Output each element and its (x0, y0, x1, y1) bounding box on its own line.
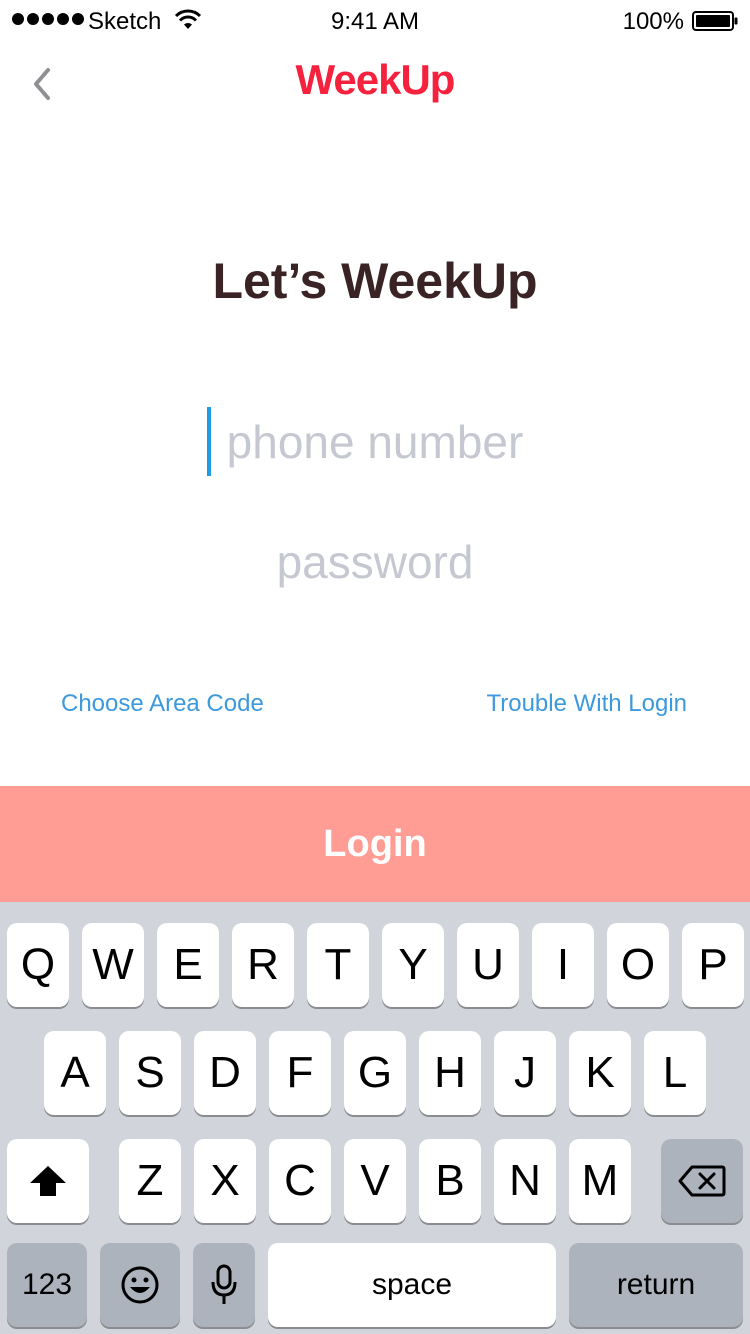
phone-number-input[interactable] (125, 410, 625, 474)
key-l[interactable]: L (644, 1031, 706, 1115)
key-v[interactable]: V (344, 1139, 406, 1223)
return-key[interactable]: return (569, 1243, 743, 1327)
key-i[interactable]: I (532, 923, 594, 1007)
page-title: Let’s WeekUp (212, 253, 538, 309)
key-y[interactable]: Y (382, 923, 444, 1007)
battery-icon (692, 11, 738, 31)
key-w[interactable]: W (82, 923, 144, 1007)
key-g[interactable]: G (344, 1031, 406, 1115)
space-key[interactable]: space (268, 1243, 556, 1327)
trouble-with-login-link[interactable]: Trouble With Login (486, 690, 687, 718)
emoji-icon (121, 1266, 159, 1304)
shift-key[interactable] (7, 1139, 89, 1223)
key-c[interactable]: C (269, 1139, 331, 1223)
text-cursor (207, 407, 211, 476)
key-m[interactable]: M (569, 1139, 631, 1223)
status-bar: Sketch 9:41 AM 100% (0, 0, 750, 40)
key-q[interactable]: Q (7, 923, 69, 1007)
key-f[interactable]: F (269, 1031, 331, 1115)
key-p[interactable]: P (682, 923, 744, 1007)
keyboard: Q W E R T Y U I O P A S D F G H J K L Z … (0, 902, 750, 1334)
numbers-key[interactable]: 123 (7, 1243, 87, 1327)
key-b[interactable]: B (419, 1139, 481, 1223)
password-input[interactable] (125, 530, 625, 594)
key-x[interactable]: X (194, 1139, 256, 1223)
key-t[interactable]: T (307, 923, 369, 1007)
key-u[interactable]: U (457, 923, 519, 1007)
login-button[interactable]: Login (0, 786, 750, 902)
key-n[interactable]: N (494, 1139, 556, 1223)
key-h[interactable]: H (419, 1031, 481, 1115)
key-z[interactable]: Z (119, 1139, 181, 1223)
battery-percent: 100% (622, 8, 684, 35)
delete-key[interactable] (661, 1139, 743, 1223)
key-j[interactable]: J (494, 1031, 556, 1115)
emoji-key[interactable] (100, 1243, 180, 1327)
key-k[interactable]: K (569, 1031, 631, 1115)
key-a[interactable]: A (44, 1031, 106, 1115)
key-s[interactable]: S (119, 1031, 181, 1115)
choose-area-code-link[interactable]: Choose Area Code (61, 690, 264, 718)
backspace-icon (678, 1165, 726, 1197)
key-o[interactable]: O (607, 923, 669, 1007)
microphone-icon (211, 1264, 237, 1304)
shift-arrow-icon (30, 1166, 66, 1196)
key-e[interactable]: E (157, 923, 219, 1007)
key-d[interactable]: D (194, 1031, 256, 1115)
key-r[interactable]: R (232, 923, 294, 1007)
dictation-key[interactable] (193, 1243, 255, 1327)
app-logo: WeekUp (295, 56, 456, 103)
